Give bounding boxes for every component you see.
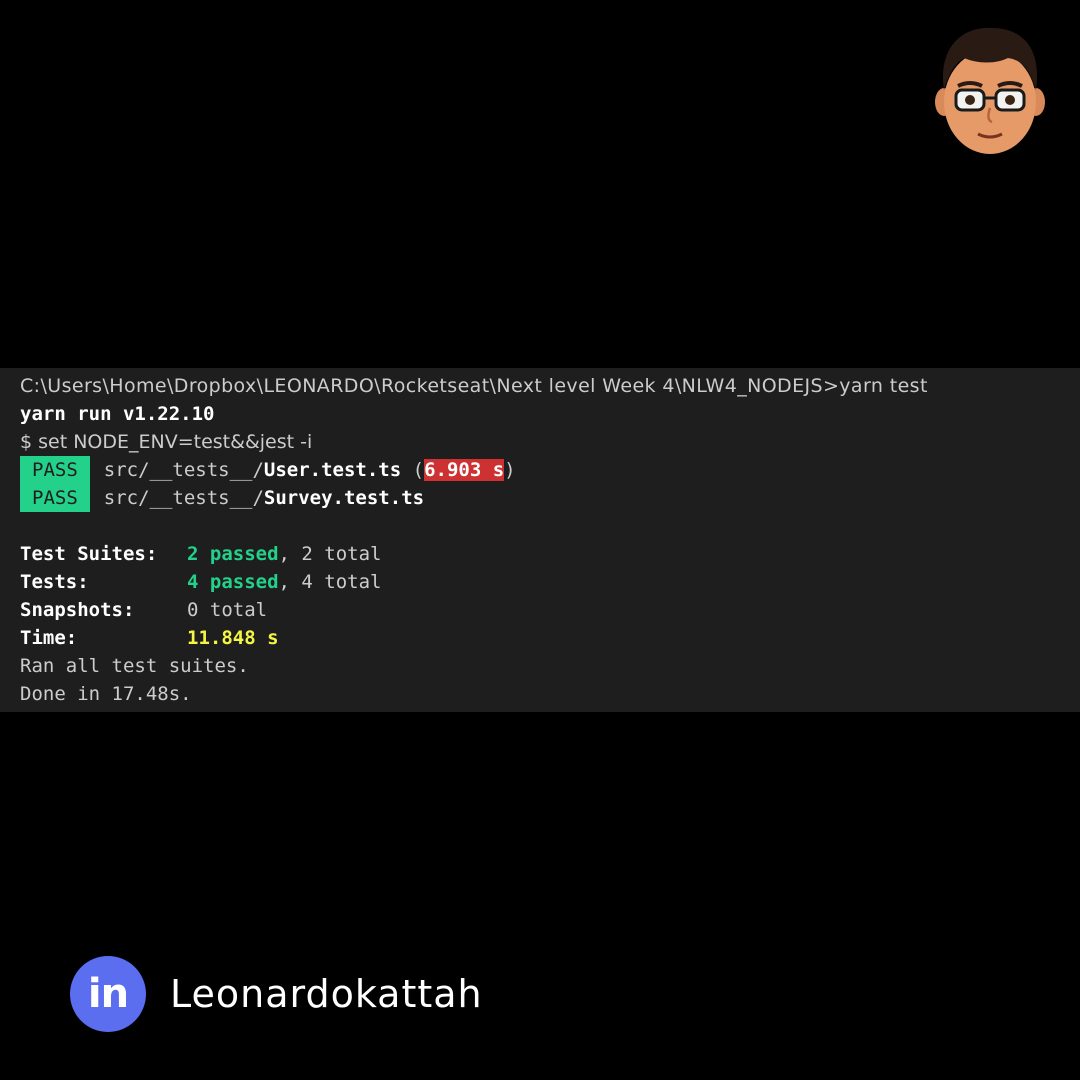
snapshots-value: 0 total [187, 599, 268, 621]
slow-test-duration: 6.903 s [424, 459, 505, 481]
terminal-output: C:\Users\Home\Dropbox\LEONARDO\Rocketsea… [0, 368, 1080, 712]
test-path-prefix: src/__tests__/ [103, 487, 264, 509]
summary-suites-row: Test Suites: 2 passed, 2 total [20, 540, 1080, 568]
test-path-prefix: src/__tests__/ [103, 459, 264, 481]
snapshots-label: Snapshots: [20, 599, 135, 621]
close-paren: ) [504, 459, 516, 481]
summary-snapshots-row: Snapshots: 0 total [20, 596, 1080, 624]
summary-time-row: Time: 11.848 s [20, 624, 1080, 652]
tests-passed: 4 passed [187, 571, 279, 593]
command-line: C:\Users\Home\Dropbox\LEONARDO\Rocketsea… [20, 375, 928, 397]
time-label: Time: [20, 627, 78, 649]
test-file-name: Survey.test.ts [263, 487, 425, 509]
summary-tests-row: Tests: 4 passed, 4 total [20, 568, 1080, 596]
linkedin-footer[interactable]: in Leonardokattah [70, 956, 483, 1032]
open-paren: ( [401, 459, 425, 481]
test-result-row: PASS src/__tests__/Survey.test.ts [20, 484, 1080, 512]
avatar [935, 27, 1045, 154]
suites-total: , 2 total [278, 543, 382, 565]
test-file-name: User.test.ts [263, 459, 402, 481]
yarn-version-line: yarn run v1.22.10 [20, 403, 215, 425]
ran-all-line: Ran all test suites. [20, 655, 249, 677]
time-value: 11.848 s [187, 627, 279, 649]
linkedin-handle[interactable]: Leonardokattah [170, 972, 483, 1016]
suites-passed: 2 passed [187, 543, 279, 565]
tests-label: Tests: [20, 571, 89, 593]
pass-badge: PASS [20, 456, 90, 484]
set-command-line: $ set NODE_ENV=test&&jest -i [20, 431, 313, 453]
done-line: Done in 17.48s. [20, 683, 192, 705]
pass-badge: PASS [20, 484, 90, 512]
suites-label: Test Suites: [20, 543, 158, 565]
test-result-row: PASS src/__tests__/User.test.ts (6.903 s) [20, 456, 1080, 484]
linkedin-icon[interactable]: in [70, 956, 146, 1032]
tests-total: , 4 total [278, 571, 382, 593]
